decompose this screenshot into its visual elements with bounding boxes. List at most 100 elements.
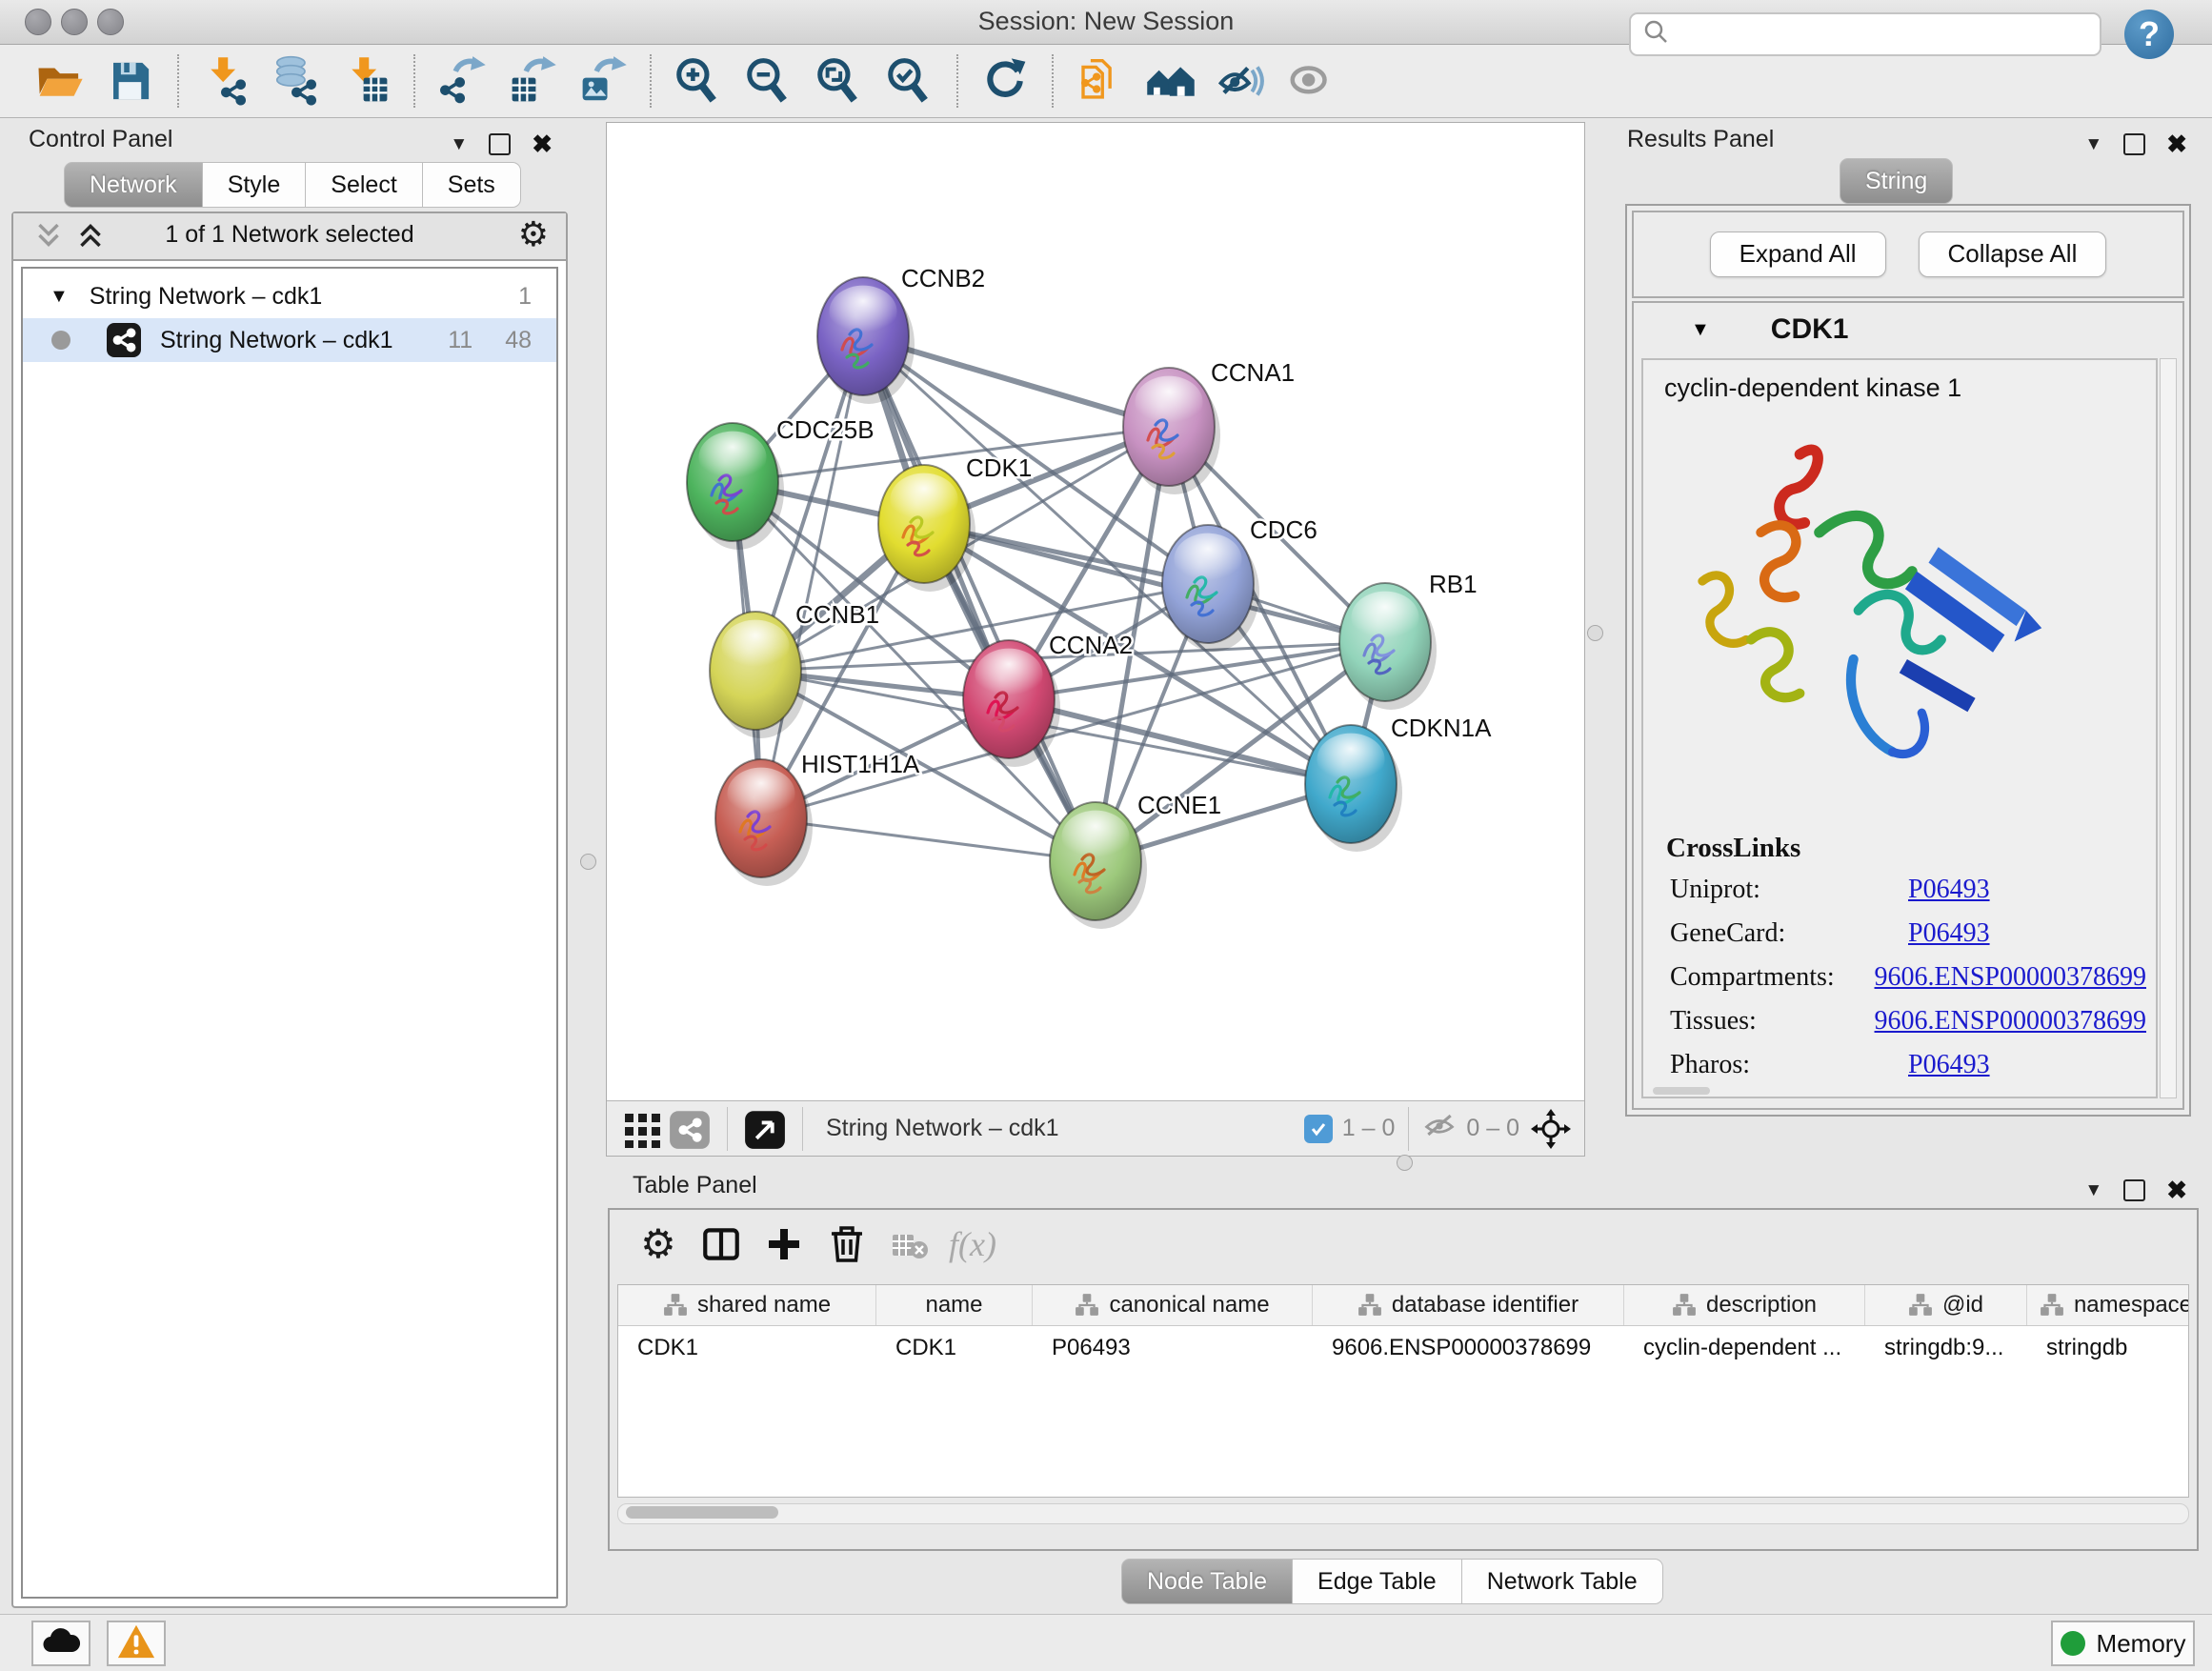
node-CCNB1[interactable] [710, 612, 807, 738]
tab-select[interactable]: Select [305, 162, 422, 208]
show-columns-icon[interactable] [690, 1215, 753, 1274]
crosslink-link[interactable]: P06493 [1908, 918, 1990, 962]
hidden-count-indicator[interactable]: 0 – 0 [1422, 1108, 1519, 1149]
tab-string[interactable]: String [1840, 158, 1953, 204]
bottom-splitter-handle[interactable] [1397, 1155, 1413, 1171]
crosslink-row: Pharos:P06493 [1670, 1050, 2146, 1094]
node-CCNE1[interactable] [1050, 802, 1147, 929]
crosslink-link[interactable]: 9606.ENSP00000378699 [1875, 962, 2146, 1006]
node-label-CDK1: CDK1 [966, 453, 1032, 482]
show-graphics-button[interactable] [1277, 50, 1347, 112]
control-panel-float-icon[interactable] [489, 133, 511, 155]
gene-name: CDK1 [1771, 313, 1849, 346]
results-panel-close-icon[interactable]: ✖ [2166, 130, 2187, 159]
crosslink-label: Compartments: [1670, 962, 1875, 1006]
tab-node-table[interactable]: Node Table [1121, 1559, 1293, 1604]
right-splitter-handle[interactable] [1587, 625, 1603, 641]
grid-view-icon[interactable] [618, 1106, 666, 1152]
delete-column-icon[interactable] [815, 1215, 878, 1274]
gene-section-header[interactable]: ▼ CDK1 [1634, 303, 2182, 356]
table-panel-close-icon[interactable]: ✖ [2166, 1176, 2187, 1205]
save-session-button[interactable] [95, 50, 166, 112]
table-panel-float-icon[interactable] [2123, 1179, 2145, 1201]
network-canvas[interactable]: CCNB2CCNA1CDC25BCDK1CDC6RB1CCNB1CCNA2CDK… [607, 123, 1584, 1101]
collection-expander-icon[interactable]: ▼ [50, 286, 69, 308]
refresh-view-button[interactable] [970, 50, 1040, 112]
column-header-description[interactable]: description [1624, 1285, 1865, 1325]
crosslink-link[interactable]: P06493 [1908, 875, 1990, 918]
import-network-file-button[interactable] [191, 50, 261, 112]
export-network-button[interactable] [427, 50, 497, 112]
tab-network[interactable]: Network [64, 162, 203, 208]
open-in-window-icon[interactable] [741, 1106, 789, 1152]
tab-style[interactable]: Style [202, 162, 307, 208]
column-header-namespace[interactable]: namespace [2027, 1285, 2189, 1325]
column-header-id[interactable]: @id [1865, 1285, 2027, 1325]
add-column-icon[interactable] [753, 1215, 815, 1274]
memory-button[interactable]: Memory [2051, 1621, 2195, 1666]
column-header-canonical-name[interactable]: canonical name [1033, 1285, 1313, 1325]
column-header-shared-name[interactable]: shared name [618, 1285, 876, 1325]
results-panel-float-icon[interactable] [2123, 133, 2145, 155]
results-panel-collapse-icon[interactable]: ▼ [2084, 134, 2102, 155]
search-input[interactable] [1671, 20, 2075, 49]
hide-unhide-button[interactable] [1206, 50, 1277, 112]
cloud-button[interactable] [31, 1621, 90, 1666]
tab-edge-table[interactable]: Edge Table [1292, 1559, 1462, 1604]
tab-sets[interactable]: Sets [422, 162, 521, 208]
gene-details-hscrollbar[interactable] [1653, 1087, 1710, 1095]
export-table-button[interactable] [497, 50, 568, 112]
node-RB1[interactable] [1339, 583, 1437, 710]
table-options-gear-icon[interactable]: ⚙ [627, 1215, 690, 1274]
gene-details-vscrollbar[interactable] [2160, 358, 2177, 1098]
node-CDKN1A[interactable] [1305, 725, 1402, 852]
import-network-database-button[interactable] [261, 50, 332, 112]
control-panel-close-icon[interactable]: ✖ [532, 130, 553, 159]
node-HIST1H1A[interactable] [715, 759, 813, 886]
string-app-button[interactable] [1065, 50, 1136, 112]
crosslink-link[interactable]: 9606.ENSP00000378699 [1875, 1006, 2146, 1050]
network-collection-row[interactable]: ▼ String Network – cdk1 1 [23, 274, 556, 318]
table-hscrollbar[interactable] [617, 1503, 2189, 1524]
warnings-button[interactable] [107, 1621, 166, 1666]
table-cell: CDK1 [876, 1326, 1033, 1370]
function-builder-icon: f(x) [941, 1215, 1004, 1274]
table-panel-collapse-icon[interactable]: ▼ [2084, 1180, 2102, 1201]
column-header-database-identifier[interactable]: database identifier [1313, 1285, 1624, 1325]
node-CDC6[interactable] [1162, 525, 1259, 652]
table-row[interactable]: CDK1CDK1P064939606.ENSP00000378699cyclin… [618, 1326, 2188, 1370]
node-CCNB2[interactable] [817, 277, 915, 404]
network-tree: ▼ String Network – cdk1 1 String Network… [21, 267, 558, 1599]
left-splitter-handle[interactable] [580, 854, 596, 870]
column-header-name[interactable]: name [876, 1285, 1033, 1325]
tab-network-table[interactable]: Network Table [1461, 1559, 1663, 1604]
collapse-all-button[interactable]: Collapse All [1919, 232, 2107, 277]
network-view-title: String Network – cdk1 [826, 1115, 1304, 1142]
zoom-fit-button[interactable] [804, 50, 875, 112]
birdseye-icon[interactable] [1527, 1106, 1575, 1152]
table-cell: stringdb [2027, 1326, 2189, 1370]
search-field[interactable] [1629, 12, 2101, 56]
zoom-selected-button[interactable] [875, 50, 945, 112]
selected-count-indicator[interactable]: 1 – 0 [1304, 1115, 1396, 1143]
crosslink-label: Tissues: [1670, 1006, 1875, 1050]
genemania-app-button[interactable] [1136, 50, 1206, 112]
open-session-button[interactable] [25, 50, 95, 112]
import-table-file-button[interactable] [332, 50, 402, 112]
selected-checkbox[interactable] [1304, 1115, 1333, 1143]
zoom-in-button[interactable] [663, 50, 734, 112]
gene-expander-icon[interactable]: ▼ [1691, 319, 1710, 341]
node-table[interactable]: shared namenamecanonical namedatabase id… [617, 1284, 2189, 1498]
zoom-out-button[interactable] [734, 50, 804, 112]
network-row[interactable]: String Network – cdk1 11 48 [23, 318, 556, 362]
export-image-button[interactable] [568, 50, 638, 112]
network-options-gear-icon[interactable]: ⚙ [518, 217, 549, 252]
share-view-icon[interactable] [666, 1106, 714, 1152]
control-panel-collapse-icon[interactable]: ▼ [450, 134, 468, 155]
expand-all-button[interactable]: Expand All [1710, 232, 1886, 277]
gene-section: ▼ CDK1 cyclin-dependent kinase 1 CrossLi… [1632, 301, 2184, 1110]
node-CDK1[interactable] [878, 465, 975, 592]
node-CCNA2[interactable] [963, 640, 1060, 767]
help-button[interactable]: ? [2124, 10, 2174, 59]
crosslink-link[interactable]: P06493 [1908, 1050, 1990, 1094]
